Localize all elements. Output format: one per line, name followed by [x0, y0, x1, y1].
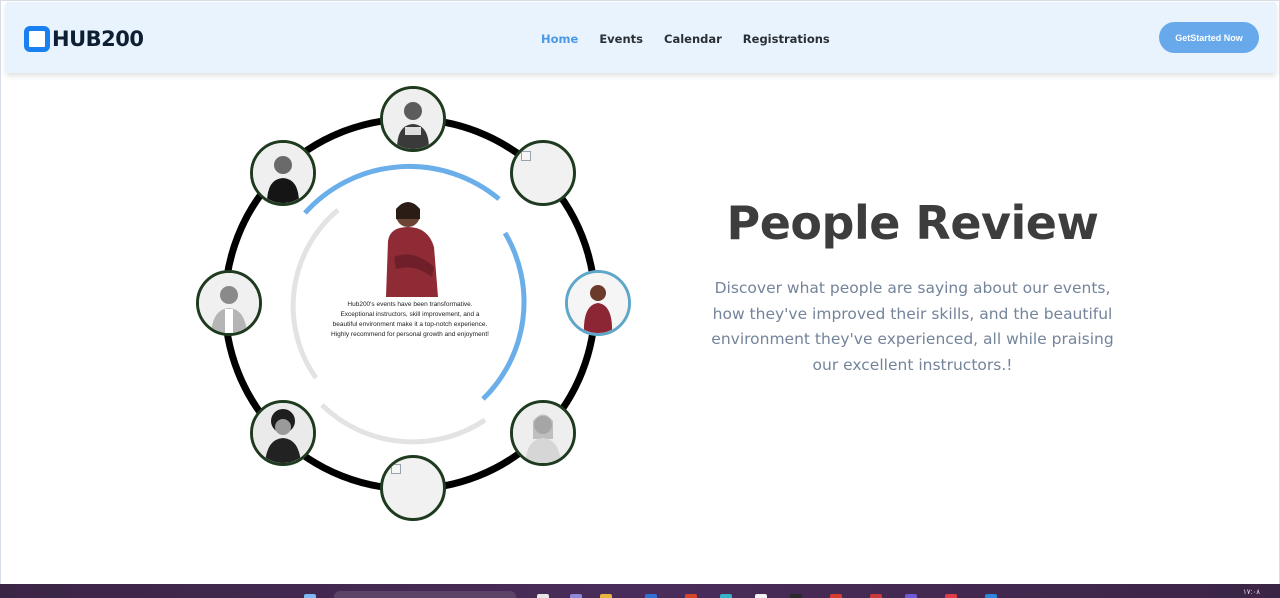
featured-reviewer-photo — [380, 197, 442, 297]
taskbar-app-icon[interactable] — [600, 594, 612, 598]
reviewer-avatar-bottom-left[interactable] — [250, 400, 316, 466]
reviewer-avatar-left[interactable] — [196, 270, 262, 336]
taskbar-app-icon[interactable] — [945, 594, 957, 598]
reviewer-avatar-right[interactable] — [565, 270, 631, 336]
person-photo-icon — [568, 273, 628, 333]
os-taskbar: ١٧:٠٨ — [0, 584, 1280, 598]
featured-review-quote: Hub200's events have been transformative… — [331, 301, 489, 338]
person-photo-icon — [199, 273, 259, 333]
taskbar-app-icon[interactable] — [685, 594, 697, 598]
section-description: Discover what people are saying about ou… — [711, 279, 1114, 374]
reviewer-avatar-bottom-right[interactable] — [510, 400, 576, 466]
taskbar-app-icon[interactable] — [870, 594, 882, 598]
taskbar-app-icon[interactable] — [537, 594, 549, 598]
taskbar-clock: ١٧:٠٨ — [1243, 589, 1260, 596]
taskbar-app-icon[interactable] — [645, 594, 657, 598]
taskbar-app-icon[interactable] — [985, 594, 997, 598]
reviewer-avatar-top-right[interactable] — [510, 140, 576, 206]
reviewer-avatar-bottom[interactable] — [380, 455, 446, 521]
taskbar-app-icon[interactable] — [570, 594, 582, 598]
person-photo-icon — [253, 403, 313, 463]
taskbar-app-icon[interactable] — [830, 594, 842, 598]
broken-image-icon — [391, 464, 401, 474]
person-photo-icon — [383, 89, 443, 149]
broken-image-icon — [521, 151, 531, 161]
person-photo-icon — [513, 403, 573, 463]
reviewer-avatar-top[interactable] — [380, 86, 446, 152]
taskbar-app-icon[interactable] — [720, 594, 732, 598]
reviewer-avatar-top-left[interactable] — [250, 140, 316, 206]
person-photo-icon — [253, 143, 313, 203]
person-photo-icon — [386, 202, 438, 297]
taskbar-app-icon[interactable] — [790, 594, 802, 598]
taskbar-app-icon[interactable] — [905, 594, 917, 598]
start-icon[interactable] — [304, 594, 316, 598]
grey-arc-left — [290, 208, 340, 380]
grey-arc-bottom — [320, 403, 487, 445]
taskbar-search[interactable] — [334, 591, 516, 598]
taskbar-app-icon[interactable] — [755, 594, 767, 598]
section-title: People Review — [726, 196, 1100, 250]
